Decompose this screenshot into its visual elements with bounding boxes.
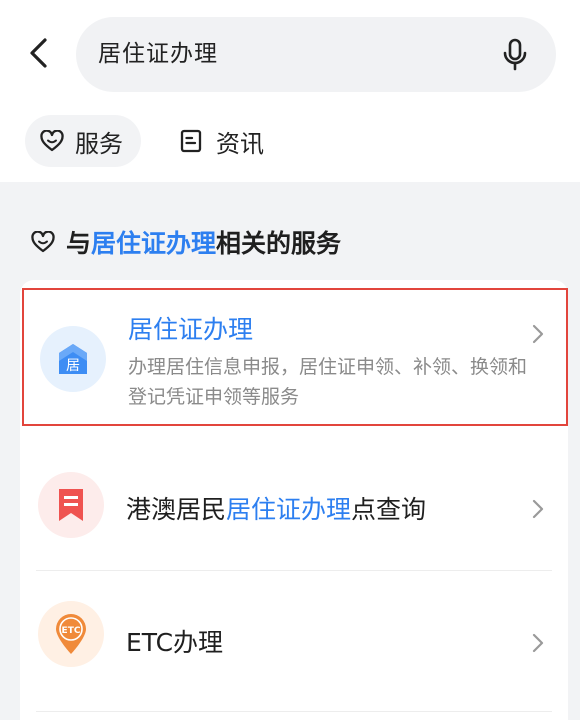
- tab-news[interactable]: 资讯: [178, 115, 288, 167]
- etc-icon-glyph: ETC: [62, 626, 81, 636]
- microphone-button[interactable]: [500, 38, 530, 72]
- residence-icon: 居: [40, 326, 106, 392]
- divider: [36, 711, 552, 712]
- back-arrow-icon: [30, 38, 47, 68]
- top-bar: 居住证办理 服务 资讯: [0, 0, 580, 182]
- section-title-text: 与居住证办理相关的服务: [66, 224, 341, 260]
- item-title: 居住证办理: [128, 315, 254, 344]
- search-query[interactable]: 居住证办理: [98, 17, 218, 92]
- list-item-etc[interactable]: ETC ETC办理: [20, 571, 568, 711]
- search-input[interactable]: 居住证办理: [76, 17, 556, 92]
- chevron-right-icon: [528, 324, 548, 344]
- list-item-residence-permit[interactable]: 居 居住证办理 办理居住信息申报，居住证申领、补领、换领和登记凭证申领等服务: [22, 288, 568, 426]
- item-title-prefix: 港澳居民: [126, 495, 227, 524]
- section-title-prefix: 与: [66, 229, 92, 258]
- tab-services-label: 服务: [75, 129, 123, 158]
- section-title-suffix: 相关的服务: [216, 229, 342, 258]
- heart-icon: [30, 229, 56, 255]
- news-icon: [178, 128, 204, 154]
- section-title: 与居住证办理相关的服务: [30, 220, 341, 264]
- list-item-hk-macao-residence[interactable]: 港澳居民居住证办理点查询: [20, 440, 568, 570]
- item-title-suffix: 点查询: [351, 495, 427, 524]
- tab-news-label: 资讯: [216, 129, 264, 158]
- microphone-icon: [503, 38, 527, 71]
- residence-icon-glyph: 居: [66, 358, 80, 374]
- chevron-right-icon: [528, 633, 548, 653]
- section-title-keyword: 居住证办理: [91, 229, 217, 258]
- item-description: 办理居住信息申报，居住证申领、补领、换领和登记凭证申领等服务: [128, 356, 528, 408]
- heart-icon: [39, 128, 65, 154]
- etc-icon: ETC: [38, 601, 104, 667]
- bookmark-icon: [38, 472, 104, 538]
- item-title: ETC办理: [126, 628, 224, 657]
- item-title: 港澳居民居住证办理点查询: [126, 490, 426, 526]
- back-button[interactable]: [22, 36, 56, 70]
- tab-services[interactable]: 服务: [25, 115, 141, 167]
- chevron-right-icon: [528, 499, 548, 519]
- results-card: 居 居住证办理 办理居住信息申报，居住证申领、补领、换领和登记凭证申领等服务 港…: [20, 280, 568, 720]
- item-title-keyword: 居住证办理: [226, 495, 352, 524]
